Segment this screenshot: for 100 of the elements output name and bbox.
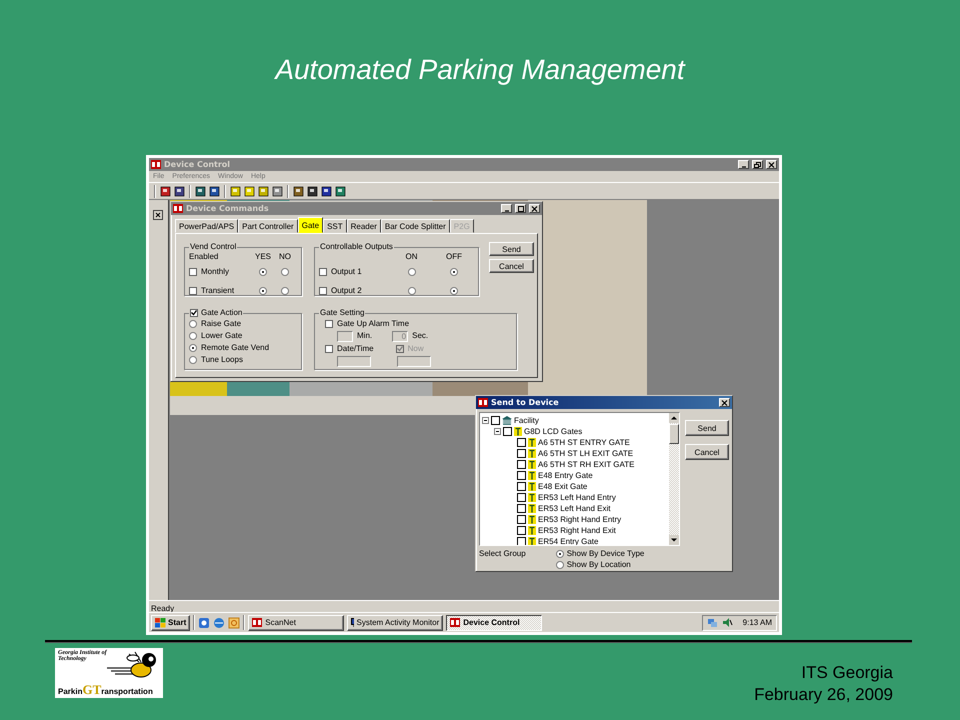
taskbar-button[interactable]: Device Control (446, 614, 542, 630)
scroll-up-icon[interactable] (669, 413, 679, 423)
start-button[interactable]: Start (151, 614, 190, 630)
toolbar-icon[interactable] (258, 186, 269, 196)
window-title: Device Control (164, 160, 230, 169)
tree-item[interactable]: ER53 Right Hand Exit (538, 526, 616, 536)
radio-button[interactable] (189, 344, 197, 352)
column-header: ON (406, 252, 418, 262)
checkbox-label: Transient (201, 286, 234, 296)
tree-item[interactable]: A6 5TH ST RH EXIT GATE (538, 460, 634, 470)
checkbox[interactable] (517, 537, 526, 545)
unit-label: Sec. (412, 331, 428, 341)
clock: 9:13 AM (742, 618, 772, 628)
toolbar-icon[interactable] (209, 186, 220, 196)
checkbox[interactable] (325, 320, 333, 328)
radio-button[interactable] (556, 550, 564, 558)
radio-button[interactable] (450, 268, 458, 276)
toolbar-icon[interactable] (160, 186, 171, 196)
toolbar-icon[interactable] (230, 186, 241, 196)
toolbar-icon[interactable] (174, 186, 185, 196)
dialog-button[interactable]: Cancel (489, 259, 534, 273)
checkbox[interactable] (319, 287, 327, 295)
group-title: Vend Control (189, 242, 238, 252)
checkbox[interactable] (517, 493, 526, 502)
checkbox[interactable] (517, 460, 526, 469)
tree-item[interactable]: ER54 Entry Gate (538, 536, 598, 545)
scroll-thumb[interactable] (669, 424, 679, 444)
checkbox[interactable] (517, 471, 526, 480)
taskbar-button[interactable]: ScanNet (248, 614, 344, 630)
tree-item[interactable]: E48 Entry Gate (538, 470, 593, 480)
radio-button[interactable] (189, 332, 197, 340)
checkbox-label: Date/Time (337, 344, 374, 354)
checkbox[interactable] (319, 268, 327, 276)
checkbox[interactable] (517, 449, 526, 458)
radio-button[interactable] (281, 287, 289, 295)
toolbar-icon[interactable] (195, 186, 206, 196)
collapse-icon[interactable] (482, 417, 489, 424)
gate-icon (528, 438, 536, 447)
tree-item[interactable]: Facility (514, 416, 539, 426)
tree-item[interactable]: E48 Exit Gate (538, 482, 588, 492)
checkbox[interactable] (503, 427, 512, 436)
tree-item[interactable]: A6 5TH ST ENTRY GATE (538, 438, 630, 448)
status-text: Ready (151, 604, 174, 613)
app-logo-icon (151, 160, 161, 169)
gate-icon (528, 460, 536, 469)
tree-item[interactable]: ER53 Left Hand Exit (538, 504, 610, 514)
dialog-button[interactable]: Send (685, 420, 729, 436)
checkbox[interactable] (189, 287, 197, 295)
maximize-icon (517, 206, 524, 212)
radio-button[interactable] (281, 268, 289, 276)
radio-button[interactable] (408, 287, 416, 295)
toolbar-icon[interactable] (272, 186, 283, 196)
network-icon[interactable] (706, 617, 718, 628)
checkbox[interactable] (517, 504, 526, 513)
radio-button[interactable] (556, 561, 564, 569)
monitor-icon (351, 618, 354, 627)
dialog-button[interactable]: Cancel (685, 444, 729, 460)
radio-button[interactable] (450, 287, 458, 295)
checkbox[interactable] (189, 268, 197, 276)
radio-button[interactable] (408, 268, 416, 276)
taskbar-button[interactable]: System Activity Monitor (347, 614, 444, 630)
toolbar-icon[interactable] (307, 186, 318, 196)
radio-button[interactable] (189, 320, 197, 328)
radio-button[interactable] (259, 268, 267, 276)
toolbar-icon[interactable] (293, 186, 304, 196)
checkbox[interactable] (491, 416, 500, 425)
checkbox[interactable] (325, 344, 333, 352)
tab[interactable]: Gate (298, 217, 324, 233)
checkbox[interactable] (190, 309, 198, 317)
tab[interactable]: PowerPad/APS (175, 219, 238, 233)
toolbar-icon[interactable] (321, 186, 332, 196)
tab[interactable]: Part Controller (238, 219, 298, 233)
tree-item[interactable]: A6 5TH ST LH EXIT GATE (538, 448, 634, 458)
dialog-button[interactable]: Send (489, 242, 534, 256)
gate-icon (528, 515, 536, 524)
toolbar-icon[interactable] (244, 186, 255, 196)
radio-button[interactable] (259, 287, 267, 295)
tab[interactable]: SST (323, 219, 347, 233)
collapse-icon[interactable] (494, 428, 501, 435)
app-logo-icon (173, 204, 183, 213)
gate-icon (528, 493, 536, 502)
checkbox[interactable] (517, 526, 526, 535)
close-icon (531, 206, 538, 212)
scroll-down-icon[interactable] (669, 535, 679, 545)
tree-item[interactable]: ER53 Left Hand Entry (538, 492, 616, 502)
tab[interactable]: Reader (346, 219, 381, 233)
close-icon[interactable] (153, 210, 163, 220)
tree-item[interactable]: ER53 Right Hand Entry (538, 514, 622, 524)
checkbox[interactable] (517, 482, 526, 491)
tree-item[interactable]: G8D LCD Gates (524, 426, 582, 436)
speaker-icon[interactable] (722, 617, 733, 628)
tab[interactable]: Bar Code Splitter (380, 219, 450, 233)
radio-button[interactable] (189, 356, 197, 364)
column-header: OFF (446, 252, 462, 262)
toolbar-icon[interactable] (335, 186, 346, 196)
checkbox[interactable] (517, 515, 526, 524)
checkbox[interactable] (517, 438, 526, 447)
windows-flag-icon (155, 618, 166, 628)
scrollbar[interactable] (669, 413, 679, 545)
close-button[interactable] (719, 398, 730, 407)
